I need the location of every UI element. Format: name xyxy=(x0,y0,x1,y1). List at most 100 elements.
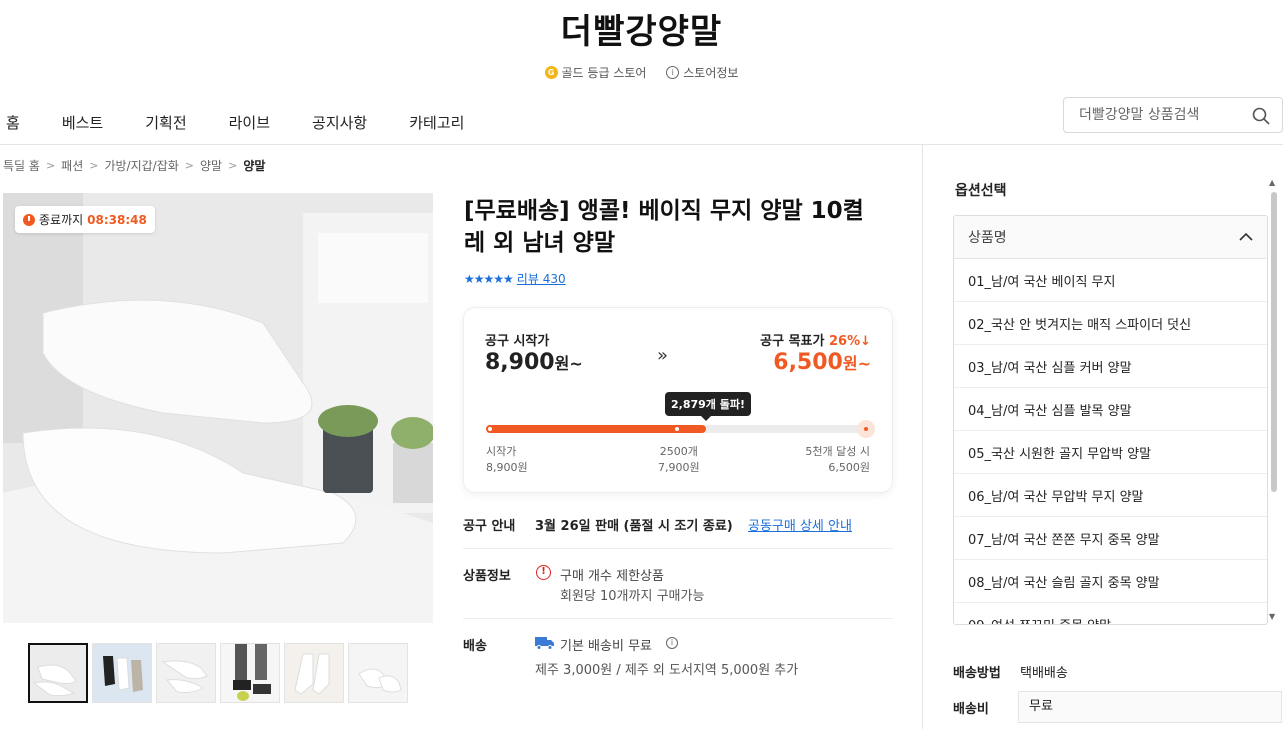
option-item[interactable]: 03_남/여 국산 심플 커버 양말 xyxy=(954,345,1267,388)
thumbnail-6[interactable] xyxy=(348,643,408,703)
group-buy-progress xyxy=(486,420,875,438)
delivery-label: 배송 xyxy=(463,639,487,654)
option-scrollbar[interactable]: ▲ ▼ xyxy=(1268,178,1278,625)
breadcrumb-separator: > xyxy=(184,159,195,172)
info-icon: i xyxy=(666,66,680,79)
nav-item-home[interactable]: 홈 xyxy=(6,112,20,133)
breadcrumb-item[interactable]: 양말 xyxy=(200,157,222,174)
purchase-limit-detail: 회원당 10개까지 구매가능 xyxy=(560,589,705,604)
shipping-method-value: 택배배송 xyxy=(1020,666,1068,681)
store-info-link[interactable]: i 스토어정보 xyxy=(666,64,738,81)
gold-grade-icon: G xyxy=(544,66,558,79)
progress-dot-start xyxy=(488,427,492,431)
progress-goal-marker xyxy=(857,420,875,438)
nav-item-promotion[interactable]: 기획전 xyxy=(145,112,186,133)
thumbnail-2[interactable] xyxy=(92,643,152,703)
step-mid: 2500개 7,900원 xyxy=(658,444,700,476)
shipping-fee-label: 배송비 xyxy=(953,702,989,717)
step-mid-name: 2500개 xyxy=(659,445,698,458)
option-header-label: 상품명 xyxy=(968,230,1007,246)
product-info-label: 상품정보 xyxy=(463,569,511,584)
nav-item-best[interactable]: 베스트 xyxy=(62,112,103,133)
option-item[interactable]: 06_남/여 국산 무압박 무지 양말 xyxy=(954,474,1267,517)
option-dropdown: 상품명 01_남/여 국산 베이직 무지 02_국산 안 벗겨지는 매직 스파이… xyxy=(953,215,1268,625)
clock-icon xyxy=(23,213,35,226)
breadcrumb-current: 양말 xyxy=(243,159,266,173)
breadcrumb-separator: > xyxy=(45,159,56,172)
thumbnail-4[interactable] xyxy=(220,643,280,703)
step-start-value: 8,900원 xyxy=(486,461,528,474)
option-item[interactable]: 01_남/여 국산 베이직 무지 xyxy=(954,259,1267,302)
store-meta: G 골드 등급 스토어 i 스토어정보 xyxy=(0,64,1283,81)
review-link[interactable]: 리뷰 430 xyxy=(517,270,566,287)
divider xyxy=(463,618,893,619)
warning-icon: ! xyxy=(536,565,551,580)
product-main-image[interactable]: 종료까지 08:38:48 xyxy=(3,193,433,623)
start-price-value: 8,900 xyxy=(485,350,555,375)
thumbnail-list xyxy=(28,643,408,703)
target-price: 6,500원~ xyxy=(773,350,871,375)
step-start: 시작가 8,900원 xyxy=(486,444,528,476)
target-price-label: 공구 목표가 26%↓ xyxy=(760,330,871,349)
step-mid-value: 7,900원 xyxy=(658,461,700,474)
breadcrumb-item[interactable]: 패션 xyxy=(61,157,83,174)
socks-photo xyxy=(3,193,433,623)
gonggu-detail-link[interactable]: 공동구매 상세 안내 xyxy=(748,515,852,534)
thumbnail-3[interactable] xyxy=(156,643,216,703)
deal-timer: 종료까지 08:38:48 xyxy=(15,206,155,233)
chevron-up-icon[interactable] xyxy=(1239,232,1253,242)
option-select-title: 옵션선택 xyxy=(955,183,1007,199)
truck-icon xyxy=(535,637,554,650)
option-item[interactable]: 02_국산 안 벗겨지는 매직 스파이더 덧신 xyxy=(954,302,1267,345)
progress-dot-mid xyxy=(675,427,679,431)
double-chevron-right-icon: » xyxy=(657,345,669,366)
breadcrumb-item[interactable]: 특딜 홈 xyxy=(3,157,40,174)
option-item[interactable]: 05_국산 시원한 골지 무압박 양말 xyxy=(954,431,1267,474)
gonggu-label: 공구 안내 xyxy=(463,519,516,534)
store-grade: G 골드 등급 스토어 xyxy=(544,64,646,81)
thumbnail-5[interactable] xyxy=(284,643,344,703)
timer-time: 08:38:48 xyxy=(87,212,147,227)
store-title[interactable]: 더빨강양말 xyxy=(0,4,1283,53)
search-icon[interactable] xyxy=(1252,107,1270,125)
scroll-up-icon[interactable]: ▲ xyxy=(1269,178,1275,187)
shipping-fee-value: 무료 xyxy=(1018,691,1282,723)
delivery-fee-text: 기본 배송비 무료 xyxy=(560,639,652,654)
progress-fill xyxy=(486,425,706,433)
step-goal: 5천개 달성 시 6,500원 xyxy=(805,444,870,476)
target-label-text: 공구 목표가 xyxy=(760,334,825,349)
info-icon[interactable]: i xyxy=(666,637,678,649)
star-rating-icon: ★★★★★ xyxy=(464,271,514,286)
step-goal-name: 5천개 달성 시 xyxy=(805,445,870,458)
option-item[interactable]: 07_남/여 국산 쫀쫀 무지 중목 양말 xyxy=(954,517,1267,560)
thumbnail-1[interactable] xyxy=(28,643,88,703)
search-input[interactable] xyxy=(1079,107,1249,123)
nav-item-notice[interactable]: 공지사항 xyxy=(312,112,367,133)
header-divider xyxy=(0,144,1283,145)
option-item[interactable]: 09_여성 쪼꼬미 중목 양말 xyxy=(954,603,1267,625)
divider xyxy=(463,548,893,549)
option-item[interactable]: 08_남/여 국산 슬림 골지 중목 양말 xyxy=(954,560,1267,603)
nav-item-category[interactable]: 카테고리 xyxy=(409,112,464,133)
nav-item-live[interactable]: 라이브 xyxy=(229,112,270,133)
delivery-extra-fee: 제주 3,000원 / 제주 외 도서지역 5,000원 추가 xyxy=(535,663,799,678)
breadcrumb-item[interactable]: 가방/지갑/잡화 xyxy=(104,157,178,174)
option-item[interactable]: 04_남/여 국산 심플 발목 양말 xyxy=(954,388,1267,431)
breadcrumb: 특딜 홈 > 패션 > 가방/지갑/잡화 > 양말 > 양말 xyxy=(3,157,265,174)
breadcrumb-separator: > xyxy=(228,159,238,172)
purchase-limit-text: 구매 개수 제한상품 xyxy=(560,569,664,584)
start-price-suffix: 원~ xyxy=(554,354,583,373)
discount-percent: 26%↓ xyxy=(828,334,871,349)
option-dropdown-header[interactable]: 상품명 xyxy=(954,216,1267,259)
target-price-value: 6,500 xyxy=(773,350,843,375)
step-start-name: 시작가 xyxy=(486,445,517,458)
store-info-label: 스토어정보 xyxy=(683,66,739,80)
store-search xyxy=(1063,97,1283,133)
start-price: 8,900원~ xyxy=(485,350,583,375)
target-price-suffix: 원~ xyxy=(842,354,871,373)
scroll-down-icon[interactable]: ▼ xyxy=(1269,612,1275,621)
product-rating: ★★★★★ 리뷰 430 xyxy=(464,270,566,287)
shipping-method-label: 배송방법 xyxy=(953,666,1001,681)
scrollbar-thumb[interactable] xyxy=(1271,192,1277,492)
gonggu-text: 3월 26일 판매 (품절 시 조기 종료) xyxy=(535,519,733,534)
